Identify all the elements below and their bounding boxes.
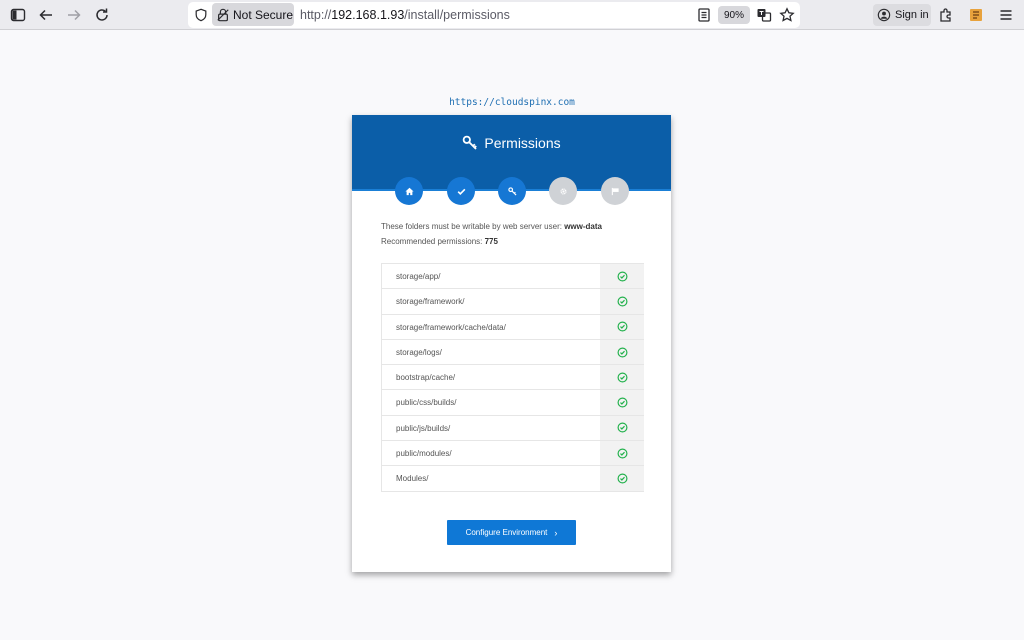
table-row: public/css/builds/ xyxy=(381,390,644,416)
url-path: /install/permissions xyxy=(404,8,510,22)
status-cell xyxy=(600,339,644,365)
status-cell xyxy=(600,441,644,466)
forward-icon[interactable] xyxy=(64,5,84,25)
bookmark-star-icon[interactable] xyxy=(777,5,797,25)
flag-icon xyxy=(611,187,619,195)
check-circle-icon xyxy=(617,321,627,332)
status-cell xyxy=(600,289,644,314)
reload-icon[interactable] xyxy=(92,5,112,25)
step-finish[interactable] xyxy=(601,177,629,205)
sign-in-button[interactable]: Sign in xyxy=(873,4,931,26)
site-link[interactable]: https://cloudspinx.com xyxy=(0,97,1024,108)
table-row: bootstrap/cache/ xyxy=(381,365,644,391)
check-circle-icon xyxy=(617,422,627,433)
table-row: storage/framework/ xyxy=(381,289,644,315)
reader-view-icon[interactable] xyxy=(694,5,714,25)
page-title: Permissions xyxy=(484,135,561,151)
key-icon xyxy=(507,186,517,196)
browser-toolbar: Not Secure http://192.168.1.93/install/p… xyxy=(0,0,1024,30)
check-circle-icon xyxy=(617,448,627,459)
table-row: public/js/builds/ xyxy=(381,415,644,442)
folder-path: storage/framework/ xyxy=(396,297,465,307)
button-label: Configure Environment xyxy=(465,528,548,537)
configure-environment-button[interactable]: Configure Environment › xyxy=(447,520,576,545)
back-icon[interactable] xyxy=(36,5,56,25)
folder-path: bootstrap/cache/ xyxy=(396,373,456,383)
folder-path: storage/framework/cache/data/ xyxy=(396,322,506,332)
tracking-shield-icon[interactable] xyxy=(192,5,210,25)
sidebar-toggle-icon[interactable] xyxy=(8,5,28,25)
writable-info-text: These folders must be writable by web se… xyxy=(381,222,565,231)
home-icon xyxy=(404,187,414,195)
security-label: Not Secure xyxy=(233,7,294,22)
table-row: storage/logs/ xyxy=(381,339,644,366)
check-icon xyxy=(457,188,465,195)
table-row: public/modules/ xyxy=(381,441,644,467)
check-circle-icon xyxy=(617,397,627,408)
gear-icon xyxy=(559,187,567,195)
status-cell xyxy=(600,314,644,339)
recommended-permissions-value: 775 xyxy=(484,237,498,246)
recommended-info-text: Recommended permissions: xyxy=(381,237,485,246)
extensions-icon[interactable] xyxy=(936,5,956,25)
folder-path: Modules/ xyxy=(396,474,429,484)
status-cell xyxy=(600,415,644,441)
installer-card: Permissions These folders must be writab… xyxy=(352,115,671,572)
recommended-info: Recommended permissions: 775 xyxy=(381,237,498,246)
step-permissions[interactable] xyxy=(498,177,526,205)
chevron-right-icon: › xyxy=(554,527,558,538)
folder-path: public/css/builds/ xyxy=(396,398,457,408)
check-circle-icon xyxy=(617,473,627,484)
card-title: Permissions xyxy=(352,135,671,151)
translate-icon[interactable] xyxy=(754,5,774,25)
step-home[interactable] xyxy=(395,177,423,205)
folder-path: storage/app/ xyxy=(396,272,441,281)
status-cell xyxy=(600,264,644,289)
web-server-user: www-data xyxy=(564,222,602,231)
account-icon xyxy=(877,8,891,22)
menu-icon[interactable] xyxy=(996,5,1016,25)
table-row: Modules/ xyxy=(381,466,644,492)
permissions-table: storage/app/storage/framework/storage/fr… xyxy=(381,263,644,492)
security-indicator[interactable]: Not Secure xyxy=(212,3,294,26)
step-requirements[interactable] xyxy=(447,177,475,205)
writable-info: These folders must be writable by web se… xyxy=(381,222,602,231)
check-circle-icon xyxy=(617,271,627,282)
sign-in-label: Sign in xyxy=(895,9,929,21)
table-row: storage/framework/cache/data/ xyxy=(381,314,644,340)
key-icon xyxy=(463,135,478,150)
insecure-lock-icon xyxy=(217,8,229,21)
url-host: 192.168.1.93 xyxy=(331,8,405,22)
status-cell xyxy=(600,365,644,390)
table-row: storage/app/ xyxy=(381,264,644,290)
url-scheme: http:// xyxy=(300,8,332,22)
folder-path: public/js/builds/ xyxy=(396,423,451,433)
status-cell xyxy=(600,466,644,491)
step-environment[interactable] xyxy=(549,177,577,205)
folder-path: storage/logs/ xyxy=(396,347,442,357)
check-circle-icon xyxy=(617,296,627,307)
extension-badge-icon[interactable] xyxy=(966,5,986,25)
check-circle-icon xyxy=(617,347,627,358)
check-circle-icon xyxy=(617,372,627,383)
status-cell xyxy=(600,390,644,415)
folder-path: public/modules/ xyxy=(396,449,452,459)
zoom-level[interactable]: 90% xyxy=(718,6,750,24)
url-text[interactable]: http://192.168.1.93/install/permissions xyxy=(300,8,510,22)
